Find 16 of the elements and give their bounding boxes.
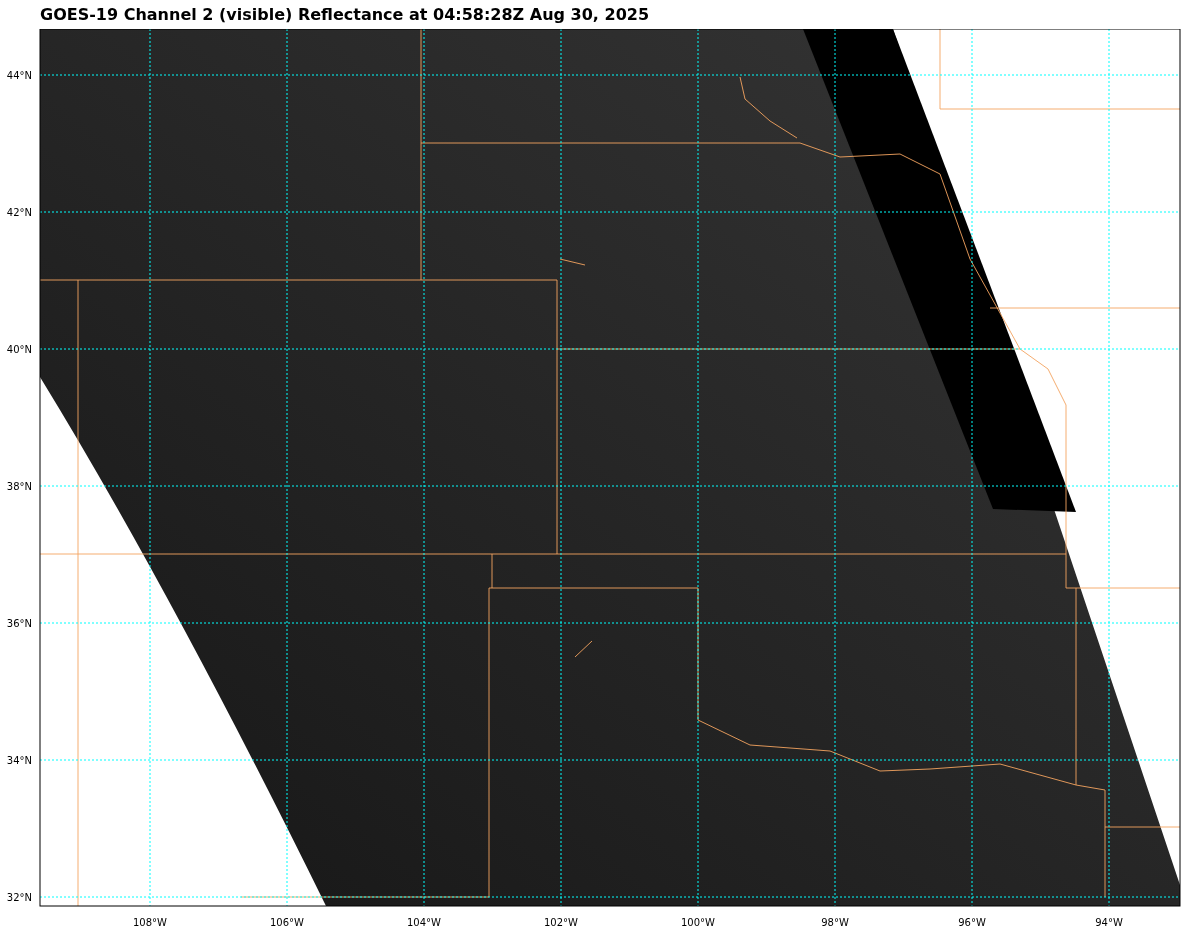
- latitude-label: 44°N: [6, 70, 32, 81]
- latitude-label: 40°N: [6, 344, 32, 355]
- latitude-label: 32°N: [6, 892, 32, 903]
- longitude-label: 106°W: [270, 917, 304, 928]
- longitude-label: 100°W: [681, 917, 715, 928]
- longitude-label: 108°W: [133, 917, 167, 928]
- latitude-label: 42°N: [6, 207, 32, 218]
- latitude-label: 38°N: [6, 481, 32, 492]
- longitude-label: 94°W: [1095, 917, 1123, 928]
- longitude-label: 102°W: [544, 917, 578, 928]
- longitude-label: 104°W: [407, 917, 441, 928]
- latitude-label: 34°N: [6, 755, 32, 766]
- figure-title: GOES-19 Channel 2 (visible) Reflectance at 04:58:28Z Aug 30, 2025: [40, 3, 650, 26]
- latitude-label: 36°N: [6, 618, 32, 629]
- longitude-label: 98°W: [821, 917, 849, 928]
- longitude-label: 96°W: [958, 917, 986, 928]
